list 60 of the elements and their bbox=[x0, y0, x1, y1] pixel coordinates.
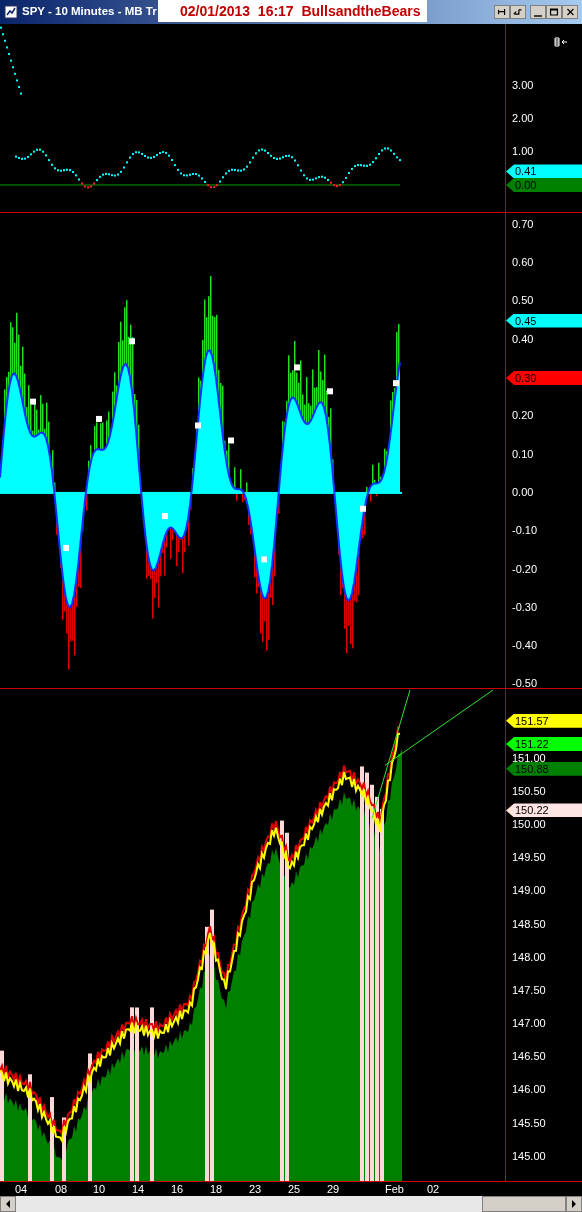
axis-tick-label: 1.00 bbox=[512, 144, 534, 158]
axis-tick-label: 150.50 bbox=[512, 784, 546, 798]
chart-window-icon bbox=[4, 5, 18, 19]
minimize-icon bbox=[534, 15, 542, 17]
axis-tick-label: 0.10 bbox=[512, 447, 534, 461]
scroll-left-button[interactable] bbox=[0, 1196, 16, 1212]
date-axis-label: 04 bbox=[15, 1182, 28, 1196]
scroll-left-arrow-icon bbox=[4, 1200, 12, 1208]
maximize-icon bbox=[548, 6, 560, 18]
axis-tick-label: -0.30 bbox=[512, 600, 538, 614]
price-marker: 151.22 bbox=[506, 737, 582, 752]
axis-tick-label: 147.00 bbox=[512, 1017, 546, 1031]
axis-tick-label: 0.50 bbox=[512, 294, 534, 308]
date-axis-label: 23 bbox=[249, 1182, 262, 1196]
date-axis-label: 16 bbox=[171, 1182, 184, 1196]
axis-tick-label: 3.00 bbox=[512, 79, 534, 92]
date-time-caption: 02/01/2013 16:17 BullsandtheBears bbox=[158, 0, 427, 22]
scroll-right-button[interactable] bbox=[566, 1196, 582, 1212]
date-axis-label: 14 bbox=[132, 1182, 145, 1196]
axis-tick-label: -0.10 bbox=[512, 524, 538, 538]
axis-tick-label: 0.20 bbox=[512, 409, 534, 423]
price-marker: 150.22 bbox=[506, 803, 582, 818]
menu-arrow-icon[interactable] bbox=[554, 37, 568, 47]
axis-tick-label: 149.50 bbox=[512, 851, 546, 865]
date-axis-label: 02 bbox=[427, 1182, 440, 1196]
axis-tick-label: 0.60 bbox=[512, 256, 534, 270]
date-axis-label: Feb bbox=[385, 1182, 404, 1196]
date-axis-label: 18 bbox=[210, 1182, 223, 1196]
scrollbar-thumb[interactable] bbox=[482, 1196, 566, 1212]
axis-tick-label: 148.00 bbox=[512, 950, 546, 964]
scroll-right-arrow-icon bbox=[570, 1200, 578, 1208]
price-marker: 151.57 bbox=[506, 713, 582, 728]
axis-tick-label: 149.00 bbox=[512, 884, 546, 898]
axis-tick-label: 148.50 bbox=[512, 917, 546, 931]
axis-tick-label: 146.00 bbox=[512, 1083, 546, 1097]
price-marker: 0.30 bbox=[506, 371, 582, 386]
date-axis-label: 29 bbox=[327, 1182, 340, 1196]
maximize-button[interactable] bbox=[546, 5, 562, 19]
date-axis-label: 08 bbox=[55, 1182, 68, 1196]
price-marker: 0.41 bbox=[506, 164, 582, 179]
axis-tick-label: 2.00 bbox=[512, 112, 534, 125]
axis-tick-label: -0.20 bbox=[512, 562, 538, 576]
axis-tick-label: 0.40 bbox=[512, 332, 534, 346]
axis-tick-label: 145.50 bbox=[512, 1116, 546, 1130]
axis-tick-label: -0.40 bbox=[512, 639, 538, 653]
price-marker: 150.88 bbox=[506, 761, 582, 776]
minimize-button[interactable] bbox=[530, 5, 546, 19]
window-title: SPY - 10 Minutes - MB Tr bbox=[22, 4, 157, 20]
close-button[interactable] bbox=[562, 5, 578, 19]
axis-tick-label: 0.00 bbox=[512, 485, 534, 499]
close-icon bbox=[564, 6, 576, 18]
axis-tick-label: 147.50 bbox=[512, 983, 546, 997]
date-axis-label: 10 bbox=[93, 1182, 106, 1196]
axis-tick-label: 0.70 bbox=[512, 217, 534, 231]
price-marker: 0.45 bbox=[506, 313, 582, 328]
axis-tick-label: -0.50 bbox=[512, 677, 538, 691]
axis-tick-label: 145.00 bbox=[512, 1149, 546, 1163]
date-axis-label: 25 bbox=[288, 1182, 301, 1196]
axis-tick-label: 146.50 bbox=[512, 1050, 546, 1064]
axis-tick-label: 150.00 bbox=[512, 818, 546, 831]
